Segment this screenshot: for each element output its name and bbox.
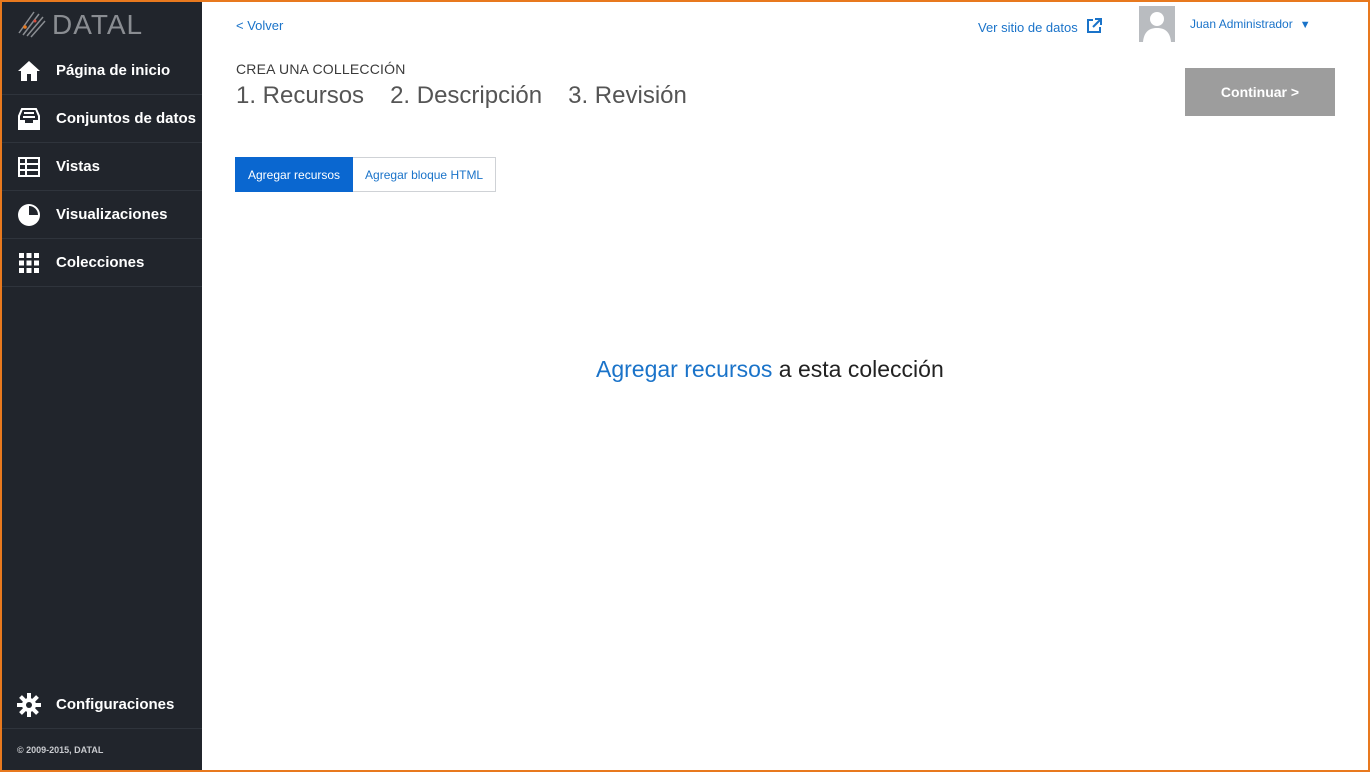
user-menu[interactable]: Juan Administrador ▼ <box>1190 17 1311 31</box>
wizard-step-resources: 1. Recursos <box>236 82 365 109</box>
sidebar-item-settings[interactable]: Configuraciones <box>0 681 202 729</box>
page-eyebrow: CREA UNA COLLECCIÓN <box>236 61 406 77</box>
sidebar-nav: Página de inicio Conjuntos de datos Vist… <box>0 47 202 287</box>
chevron-down-icon: ▼ <box>1299 19 1311 31</box>
user-icon <box>1143 12 1171 42</box>
external-link-icon <box>1078 18 1102 37</box>
back-link[interactable]: < Volver <box>236 18 283 33</box>
sidebar-item-label: Página de inicio <box>56 62 171 79</box>
empty-state-message: Agregar recursos a esta colección <box>596 356 944 383</box>
wizard-steps: 1. Recursos 2. Descripción 3. Revisión <box>236 82 713 110</box>
add-resources-link[interactable]: Agregar recursos <box>596 356 772 382</box>
sidebar-item-visualizations[interactable]: Visualizaciones <box>0 191 202 239</box>
tab-add-resources[interactable]: Agregar recursos <box>235 157 354 192</box>
sidebar-item-label: Vistas <box>56 158 100 175</box>
empty-state-text: a esta colección <box>772 356 944 382</box>
window-frame <box>0 0 1370 772</box>
sidebar-item-label: Colecciones <box>56 254 145 271</box>
logo-mark-icon <box>16 8 46 43</box>
resource-tabs: Agregar recursos Agregar bloque HTML <box>235 157 497 192</box>
sidebar-item-datasets[interactable]: Conjuntos de datos <box>0 95 202 143</box>
pie-chart-icon <box>16 202 42 228</box>
sidebar: DATAL Página de inicio Conjuntos de dato… <box>0 0 202 772</box>
inbox-icon <box>16 106 42 132</box>
copyright-text: © 2009-2015, DATAL <box>17 745 104 755</box>
wizard-step-review: 3. Revisión <box>568 82 687 109</box>
continue-button[interactable]: Continuar > <box>1185 68 1335 116</box>
wizard-step-description: 2. Descripción <box>390 82 543 109</box>
gear-icon <box>16 692 42 718</box>
sidebar-item-label: Visualizaciones <box>56 206 168 223</box>
tab-add-html-block[interactable]: Agregar bloque HTML <box>353 157 497 192</box>
brand-name: DATAL <box>52 9 144 40</box>
user-name: Juan Administrador <box>1190 17 1293 31</box>
grid-icon <box>16 250 42 276</box>
sidebar-item-collections[interactable]: Colecciones <box>0 239 202 287</box>
sidebar-item-label: Configuraciones <box>56 696 175 713</box>
sidebar-item-views[interactable]: Vistas <box>0 143 202 191</box>
sidebar-item-label: Conjuntos de datos <box>56 110 196 127</box>
view-data-site-link[interactable]: Ver sitio de datos <box>978 18 1102 37</box>
avatar[interactable] <box>1139 6 1175 42</box>
brand-logo[interactable]: DATAL <box>16 8 143 42</box>
table-icon <box>16 154 42 180</box>
home-icon <box>16 58 42 84</box>
view-data-site-label: Ver sitio de datos <box>978 20 1078 35</box>
sidebar-item-home[interactable]: Página de inicio <box>0 47 202 95</box>
